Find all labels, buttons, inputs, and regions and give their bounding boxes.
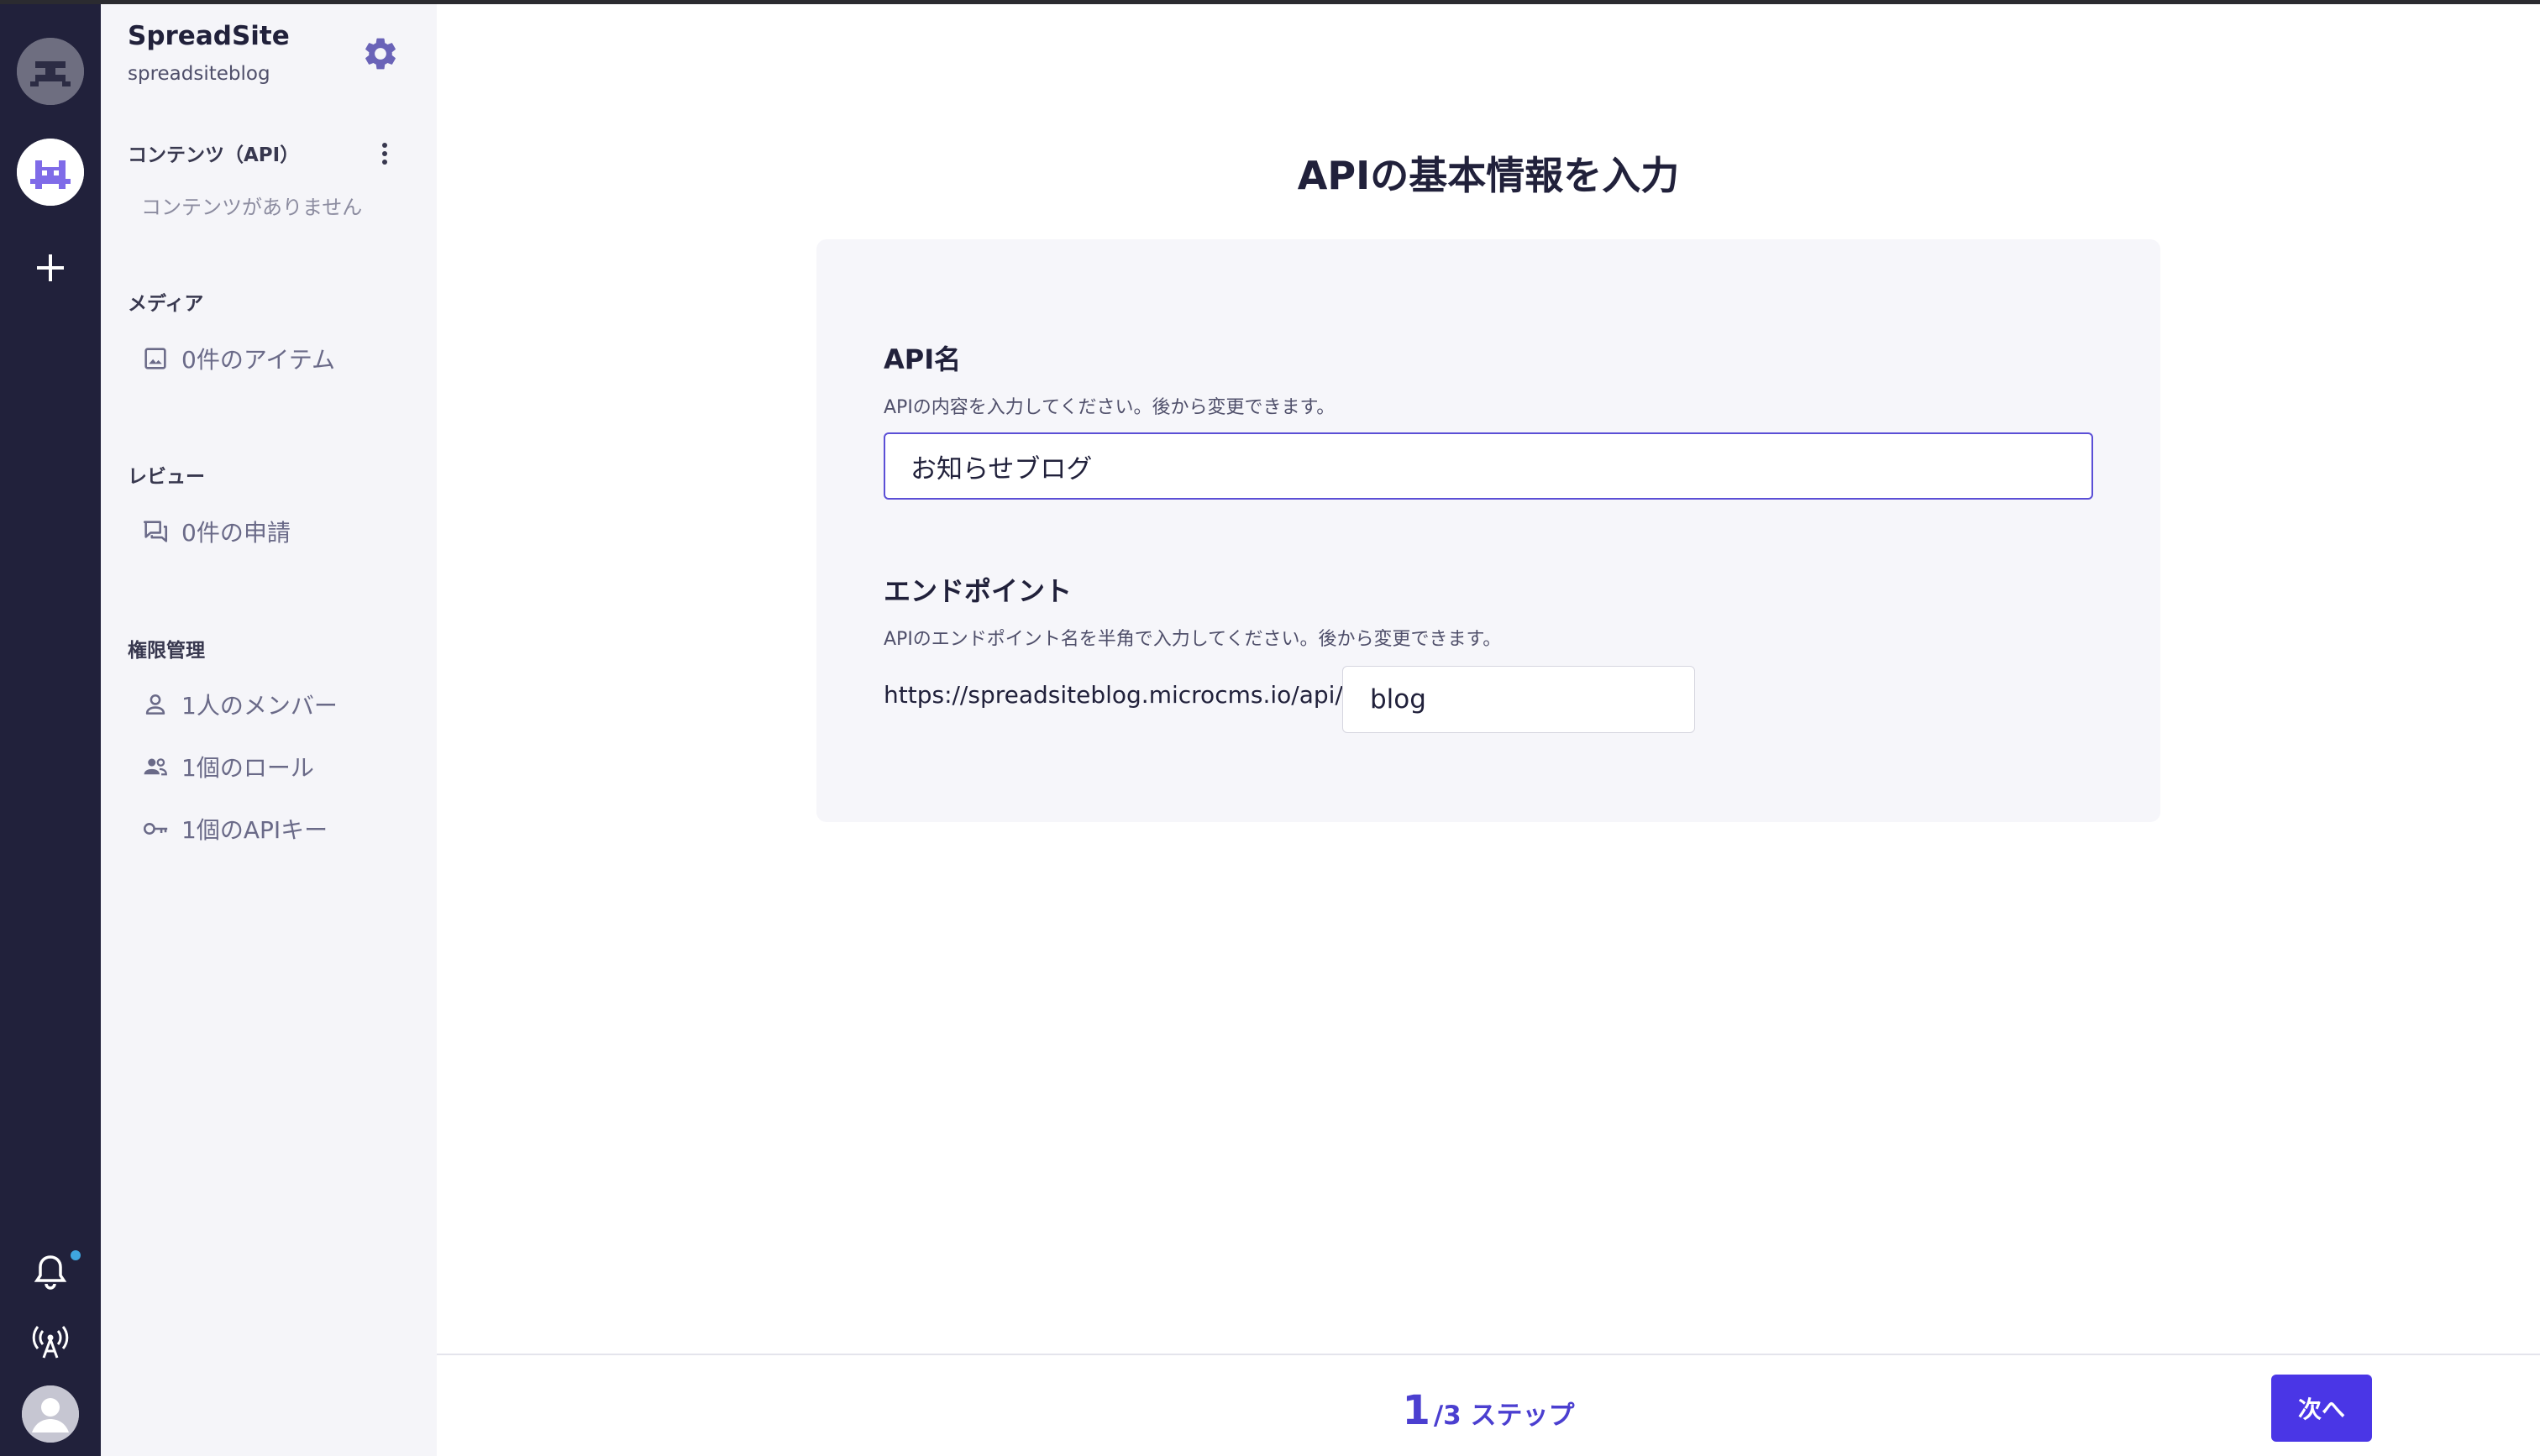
next-button[interactable]: 次へ: [2271, 1375, 2372, 1442]
api-name-input[interactable]: [884, 432, 2093, 500]
sidebar-item-apikeys[interactable]: 1個のAPIキー: [141, 810, 328, 847]
sidebar-item-roles[interactable]: 1個のロール: [141, 748, 314, 785]
people-icon: [144, 758, 167, 776]
step-indicator: 1/3 ステップ: [437, 1387, 2540, 1434]
sidebar-item-label: 1個のロール: [181, 754, 314, 782]
image-icon: [144, 348, 166, 369]
sidebar-item-label: 1個のAPIキー: [181, 816, 328, 844]
endpoint-url-prefix: https://spreadsiteblog.microcms.io/api/v…: [884, 681, 1380, 709]
api-form-card: API名 APIの内容を入力してください。後から変更できます。 エンドポイント …: [816, 239, 2160, 822]
main-content: APIの基本情報を入力 API名 APIの内容を入力してください。後から変更でき…: [437, 4, 2540, 1456]
user-avatar-icon[interactable]: [22, 1385, 79, 1443]
spreadsite-service-icon[interactable]: [17, 139, 84, 206]
kebab-menu-icon[interactable]: [375, 139, 395, 169]
sidebar-item-label: 0件の申請: [181, 519, 291, 547]
service-id: spreadsiteblog: [128, 63, 270, 85]
broadcast-icon[interactable]: [30, 1322, 71, 1363]
sidebar-item-label: 1人のメンバー: [181, 692, 338, 720]
contents-section-title: コンテンツ（API）: [128, 144, 300, 166]
media-section-title: メディア: [128, 293, 204, 315]
endpoint-label: エンドポイント: [884, 575, 1073, 607]
api-name-label: API名: [884, 343, 962, 375]
chat-icon: [143, 521, 168, 542]
step-current: 1: [1402, 1387, 1430, 1434]
review-section-title: レビュー: [128, 466, 205, 488]
sidebar: SpreadSite spreadsiteblog コンテンツ（API） コンテ…: [101, 4, 437, 1456]
gear-icon[interactable]: [361, 34, 400, 73]
person-icon: [145, 694, 165, 715]
service-rail: [0, 4, 101, 1456]
service-name: SpreadSite: [128, 21, 290, 51]
contents-empty-message: コンテンツがありません: [141, 196, 363, 219]
key-icon: [143, 823, 168, 835]
plus-icon[interactable]: [30, 248, 71, 288]
api-name-help: APIの内容を入力してください。後から変更できます。: [884, 397, 1336, 418]
sidebar-item-media[interactable]: 0件のアイテム: [141, 340, 335, 377]
permission-section-title: 権限管理: [128, 640, 205, 662]
sidebar-item-review[interactable]: 0件の申請: [141, 513, 291, 550]
sidebar-item-label: 0件のアイテム: [181, 346, 336, 374]
step-total: /3 ステップ: [1433, 1401, 1575, 1431]
bell-icon[interactable]: [30, 1252, 71, 1292]
page-title: APIの基本情報を入力: [1297, 153, 1680, 198]
service-avatar-icon[interactable]: [17, 38, 84, 105]
wizard-footer: 1/3 ステップ 次へ: [437, 1354, 2540, 1456]
notification-badge: [71, 1250, 81, 1260]
endpoint-help: APIのエンドポイント名を半角で入力してください。後から変更できます。: [884, 629, 1502, 650]
endpoint-input[interactable]: [1342, 666, 1695, 733]
sidebar-item-members[interactable]: 1人のメンバー: [141, 686, 338, 723]
